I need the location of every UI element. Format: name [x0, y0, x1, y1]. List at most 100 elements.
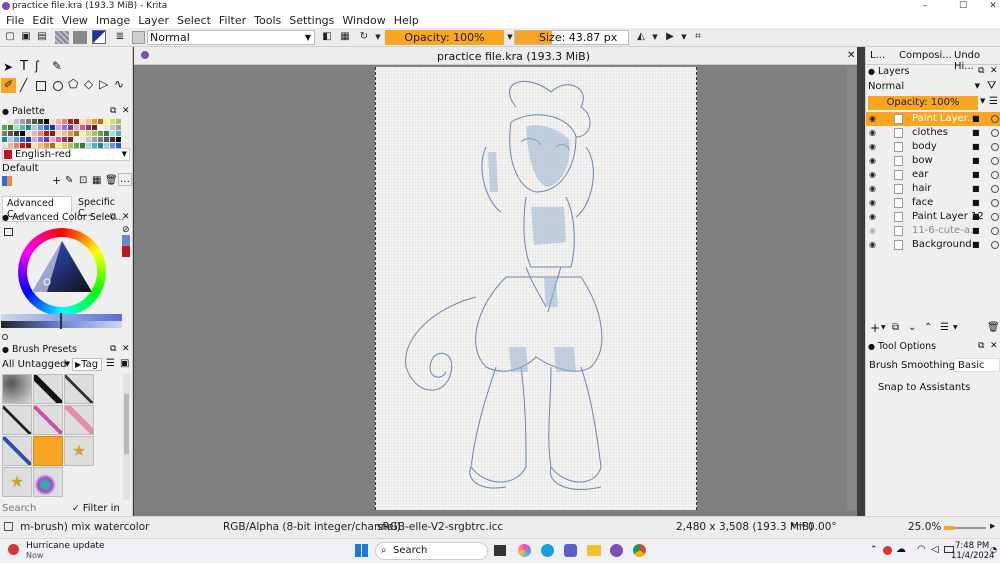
layer-row[interactable]: ◉ Paint Layer... ■	[866, 112, 1000, 126]
pattern-swatch-icon[interactable]	[73, 31, 87, 44]
close-panel-icon[interactable]: ✕	[990, 65, 998, 78]
palette-grid[interactable]	[2, 119, 123, 149]
palette-swatch[interactable]	[2, 131, 7, 136]
palette-swatch[interactable]	[44, 125, 49, 130]
brush-preset-star[interactable]: ★	[64, 436, 94, 466]
layer-lock-icon[interactable]: ■	[972, 154, 980, 168]
alpha-lock-icon[interactable]	[991, 241, 999, 249]
palette-swatch[interactable]	[32, 131, 37, 136]
snap-to-assistants-checkbox[interactable]: Snap to Assistants	[878, 382, 970, 393]
palette-swatch[interactable]	[2, 125, 7, 130]
palette-swatch[interactable]	[26, 137, 31, 142]
visibility-eye-icon[interactable]: ◉	[869, 140, 876, 154]
notification-icon[interactable]	[8, 544, 19, 555]
zoom-slider-handle[interactable]	[944, 526, 954, 530]
rotation-value[interactable]: 0.00°	[808, 521, 837, 533]
visibility-eye-icon[interactable]: ◉	[869, 196, 876, 210]
palette-swatch[interactable]	[26, 125, 31, 130]
layer-lock-icon[interactable]: ■	[972, 126, 980, 140]
chevron-down-icon[interactable]: ▼	[980, 97, 985, 105]
palette-swatch[interactable]	[80, 125, 85, 130]
document-tab-title[interactable]: practice file.kra (193.3 MiB)	[437, 50, 590, 63]
palette-swatch[interactable]	[44, 131, 49, 136]
palette-swatch[interactable]	[86, 137, 91, 142]
lock-icon[interactable]: ●	[2, 105, 9, 118]
tab-layers[interactable]: L...	[870, 50, 885, 61]
tray-app-icon[interactable]	[883, 546, 892, 555]
alpha-lock-icon[interactable]	[991, 129, 999, 137]
onedrive-icon[interactable]: ☁	[896, 544, 906, 555]
ellipse-tool-icon[interactable]	[53, 81, 63, 91]
color-triangle[interactable]	[27, 237, 97, 307]
color-history-icon[interactable]: ⊘	[122, 225, 130, 235]
color-picker-circle-icon[interactable]	[2, 334, 8, 340]
menu-select[interactable]: Select	[177, 14, 211, 27]
menu-tools[interactable]: Tools	[254, 14, 281, 27]
delete-layer-icon[interactable]: 🗑	[987, 322, 1000, 333]
palette-swatch[interactable]	[104, 137, 109, 142]
line-tool-icon[interactable]: ╱	[20, 78, 27, 92]
palette-swatch[interactable]	[86, 125, 91, 130]
palette-swatch[interactable]	[26, 131, 31, 136]
palette-swatch[interactable]	[104, 131, 109, 136]
tag-button[interactable]: ▶Tag	[72, 358, 102, 371]
palette-swatch[interactable]	[20, 119, 25, 124]
palette-swatch[interactable]	[20, 131, 25, 136]
palette-swatch[interactable]	[80, 119, 85, 124]
palette-swatch[interactable]	[8, 131, 13, 136]
brush-preset-pink-eraser[interactable]	[64, 405, 94, 435]
palette-swatch[interactable]	[32, 137, 37, 142]
more-options-button[interactable]: …	[118, 173, 132, 186]
layer-lock-icon[interactable]: ■	[972, 112, 980, 126]
polyline-tool-icon[interactable]: ◇	[84, 77, 93, 91]
palette-swatch[interactable]	[98, 119, 103, 124]
palette-swatch[interactable]	[110, 125, 115, 130]
move-layer-up-icon[interactable]: ⌃	[924, 322, 932, 333]
edge-icon[interactable]	[541, 544, 554, 557]
blend-mode-dropdown[interactable]: Normal ▼	[147, 30, 315, 45]
palette-swatch[interactable]	[74, 137, 79, 142]
layer-row[interactable]: ◉ Background ■	[866, 238, 1000, 252]
palette-swatch[interactable]	[20, 137, 25, 142]
palette-swatch[interactable]	[80, 137, 85, 142]
filter-icon[interactable]: ⛛	[987, 79, 996, 93]
brush-preset-airbrush[interactable]	[2, 374, 32, 404]
float-panel-icon[interactable]: ⧉	[110, 105, 116, 118]
palette-swatch[interactable]	[38, 131, 43, 136]
import-palette-icon[interactable]: ⊡	[79, 175, 87, 186]
palette-swatch[interactable]	[8, 119, 13, 124]
palette-swatch[interactable]	[50, 119, 55, 124]
layer-opacity-slider[interactable]: Opacity: 100%	[868, 96, 978, 110]
palette-swatch[interactable]	[2, 137, 7, 142]
palette-swatch[interactable]	[110, 131, 115, 136]
tray-chevron-icon[interactable]: ⌃	[870, 545, 878, 555]
layer-row[interactable]: ◉ body ■	[866, 140, 1000, 154]
recent-colors-strip[interactable]	[122, 235, 130, 257]
chevron-down-icon[interactable]: ▼	[678, 31, 690, 43]
lock-icon[interactable]: ●	[2, 211, 9, 224]
delete-swatch-icon[interactable]: 🗑	[105, 175, 118, 186]
edit-shapes-icon[interactable]: ʃ	[35, 59, 39, 73]
copilot-icon[interactable]	[518, 544, 531, 557]
close-window-button[interactable]: ✕	[978, 0, 1000, 12]
opacity-slider[interactable]: Opacity: 100%	[385, 30, 504, 45]
menu-filter[interactable]: Filter	[219, 14, 246, 27]
palette-swatch[interactable]	[14, 131, 19, 136]
add-swatch-icon[interactable]: +	[52, 174, 61, 187]
palette-swatch[interactable]	[116, 119, 121, 124]
move-layer-down-icon[interactable]: ⌄	[908, 322, 916, 333]
palette-swatch[interactable]	[80, 131, 85, 136]
palette-swatch[interactable]	[50, 131, 55, 136]
close-panel-icon[interactable]: ✕	[122, 211, 130, 224]
chevron-down-icon[interactable]: ▼	[372, 31, 384, 43]
brush-preset-icon[interactable]	[132, 31, 145, 44]
palette-swatch[interactable]	[38, 125, 43, 130]
layer-lock-icon[interactable]: ■	[972, 210, 980, 224]
palette-swatch[interactable]	[68, 131, 73, 136]
float-panel-icon[interactable]: ⧉	[978, 65, 984, 78]
chevron-down-icon[interactable]: ▼	[953, 324, 958, 331]
visibility-eye-icon[interactable]: ◉	[869, 182, 876, 196]
palette-swatch[interactable]	[14, 119, 19, 124]
lock-icon[interactable]: ●	[2, 343, 9, 356]
select-arrow-icon[interactable]: ➤	[3, 60, 13, 74]
